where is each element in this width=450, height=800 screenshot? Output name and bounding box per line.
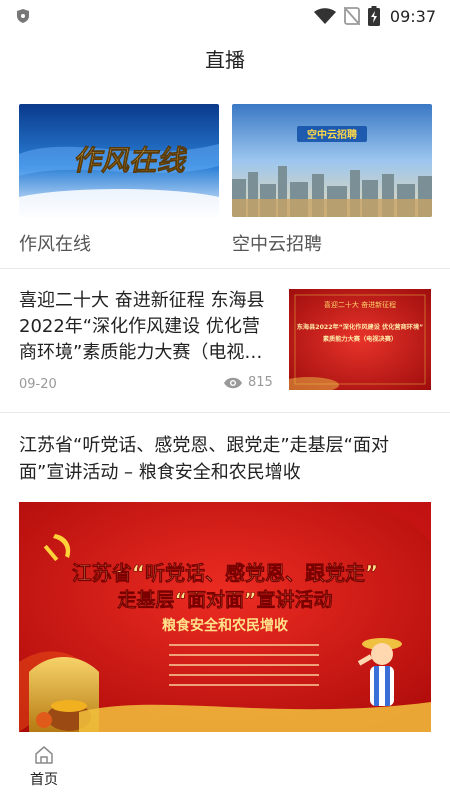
live-label-recruit: 空中云招聘	[232, 234, 322, 255]
nav-home-label: 首页	[30, 772, 58, 788]
live-card-zuofeng[interactable]: 作风在线 作风在线	[19, 104, 219, 256]
news-thumb-line-3: 素质能力大赛（电视决赛）	[323, 335, 397, 343]
status-time: 09:37	[389, 6, 436, 26]
bottom-nav: 首页	[0, 735, 450, 800]
news-thumb-line-1: 喜迎二十大 奋进新征程	[324, 300, 396, 309]
home-icon	[35, 746, 53, 764]
banner-headline-1: 江苏省“听党话、感党恩、跟党走”	[72, 561, 378, 585]
section-divider-2	[0, 412, 450, 413]
news-title-1[interactable]: 喜迎二十大 奋进新征程 东海县2022年“深化作风建设 优化营商环境”素质能力大…	[19, 288, 271, 366]
news-thumb-line-2: 东海县2022年“深化作风建设 优化营商环境”	[297, 323, 424, 331]
banner-headline-2: 走基层“面对面”宣讲活动	[118, 588, 333, 611]
news-date-1: 09-20	[19, 377, 57, 392]
news-views-1: 815	[224, 375, 273, 390]
live-label-zuofeng: 作风在线	[19, 234, 91, 255]
nav-home[interactable]: 首页	[24, 745, 64, 789]
wifi-icon	[313, 8, 336, 24]
banner-headline-3: 粮食安全和农民增收	[162, 617, 289, 634]
live-thumb-text-recruit: 空中云招聘	[307, 128, 357, 141]
live-thumbnail-recruit[interactable]: 空中云招聘	[232, 104, 432, 217]
view-count: 815	[248, 375, 273, 390]
page-title: 直播	[205, 48, 245, 72]
news-thumbnail-1[interactable]: 喜迎二十大 奋进新征程 东海县2022年“深化作风建设 优化营商环境” 素质能力…	[289, 289, 431, 390]
live-thumbnail-zuofeng[interactable]: 作风在线	[19, 104, 219, 217]
news-banner-2[interactable]: 江苏省“听党话、感党恩、跟党走” 走基层“面对面”宣讲活动 粮食安全和农民增收	[19, 502, 431, 732]
eye-icon	[224, 377, 242, 388]
section-divider	[0, 268, 450, 269]
no-signal-icon	[343, 7, 360, 25]
news-title-2[interactable]: 江苏省“听党话、感党恩、跟党走”走基层“面对面”宣讲活动 – 粮食安全和农民增收	[19, 432, 431, 486]
shield-icon	[17, 9, 29, 23]
status-icons: 09:37	[313, 6, 436, 26]
status-bar: 09:37	[0, 0, 450, 32]
live-thumb-text-zuofeng: 作风在线	[71, 144, 190, 177]
live-card-recruit[interactable]: 空中云招聘 空中云招聘	[232, 104, 432, 256]
battery-charging-icon	[367, 6, 380, 26]
